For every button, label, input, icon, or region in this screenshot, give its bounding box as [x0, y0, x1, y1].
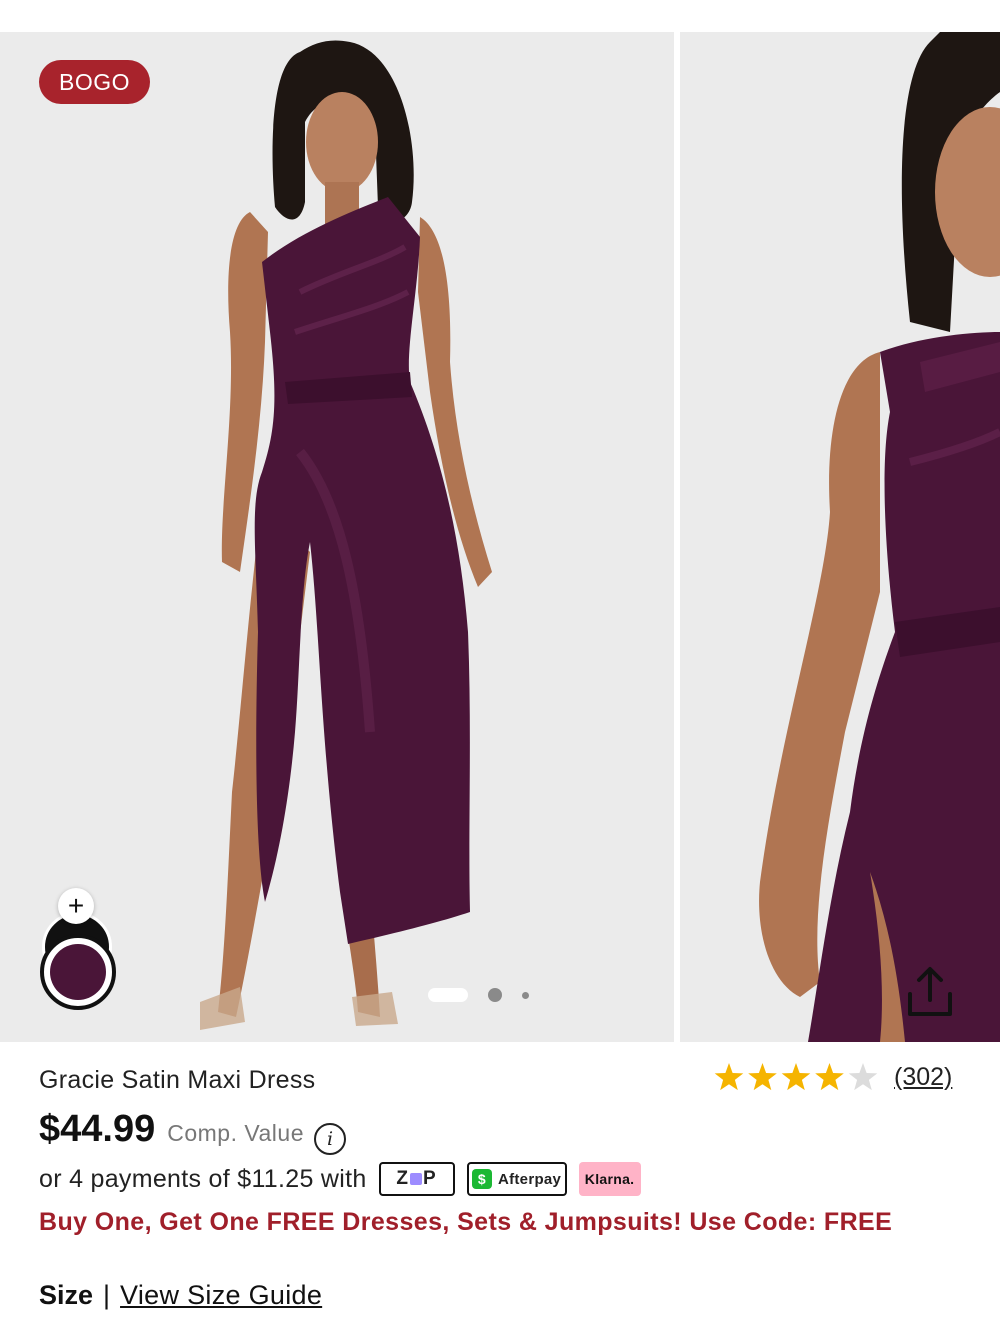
comp-value-label: Comp. Value	[167, 1120, 304, 1146]
product-image-carousel[interactable]: BOGO +	[0, 32, 1000, 1042]
pagination-dot[interactable]	[522, 991, 529, 999]
product-image-next[interactable]	[680, 32, 1000, 1042]
swatch-selected[interactable]	[40, 934, 116, 1010]
bogo-badge: BOGO	[39, 60, 150, 104]
review-count-link[interactable]: (302)	[894, 1063, 952, 1092]
product-price: $44.99	[39, 1108, 156, 1150]
afterpay-logo[interactable]: $ Afterpay	[466, 1162, 567, 1196]
installments-text: or 4 payments of $11.25 with	[39, 1164, 367, 1193]
star-icon	[714, 1063, 744, 1091]
installments-row: or 4 payments of $11.25 with ZP $ Afterp…	[39, 1162, 641, 1196]
klarna-logo[interactable]: Klarna.	[578, 1162, 641, 1196]
size-separator: |	[103, 1280, 111, 1310]
pagination-dot[interactable]	[488, 988, 502, 1002]
product-title: Gracie Satin Maxi Dress	[39, 1066, 316, 1094]
swatch-color-dot	[50, 944, 106, 1000]
size-guide-link[interactable]: View Size Guide	[120, 1280, 322, 1311]
zip-logo[interactable]: ZP	[378, 1162, 455, 1196]
star-icon	[781, 1063, 811, 1091]
product-image-main[interactable]: BOGO +	[0, 32, 674, 1042]
afterpay-label: Afterpay	[497, 1170, 562, 1188]
promo-message: Buy One, Get One FREE Dresses, Sets & Ju…	[39, 1208, 893, 1236]
product-rating[interactable]: (302)	[714, 1062, 952, 1092]
info-icon[interactable]: i	[314, 1123, 346, 1155]
share-icon[interactable]	[902, 964, 958, 1020]
size-row: Size | View Size Guide	[39, 1280, 322, 1311]
color-swatch-widget[interactable]: +	[40, 888, 116, 1012]
model-photo-closeup	[680, 32, 1000, 1042]
star-icon	[815, 1063, 844, 1091]
star-rating	[714, 1063, 878, 1091]
price-row: $44.99 Comp. Value i	[39, 1108, 346, 1155]
plus-icon[interactable]: +	[58, 888, 94, 924]
size-label: Size	[39, 1280, 94, 1310]
cashapp-icon: $	[471, 1169, 492, 1189]
star-icon	[848, 1063, 878, 1091]
carousel-pagination[interactable]	[428, 988, 529, 1002]
pagination-dot-active[interactable]	[428, 988, 468, 1002]
star-icon	[748, 1063, 777, 1091]
